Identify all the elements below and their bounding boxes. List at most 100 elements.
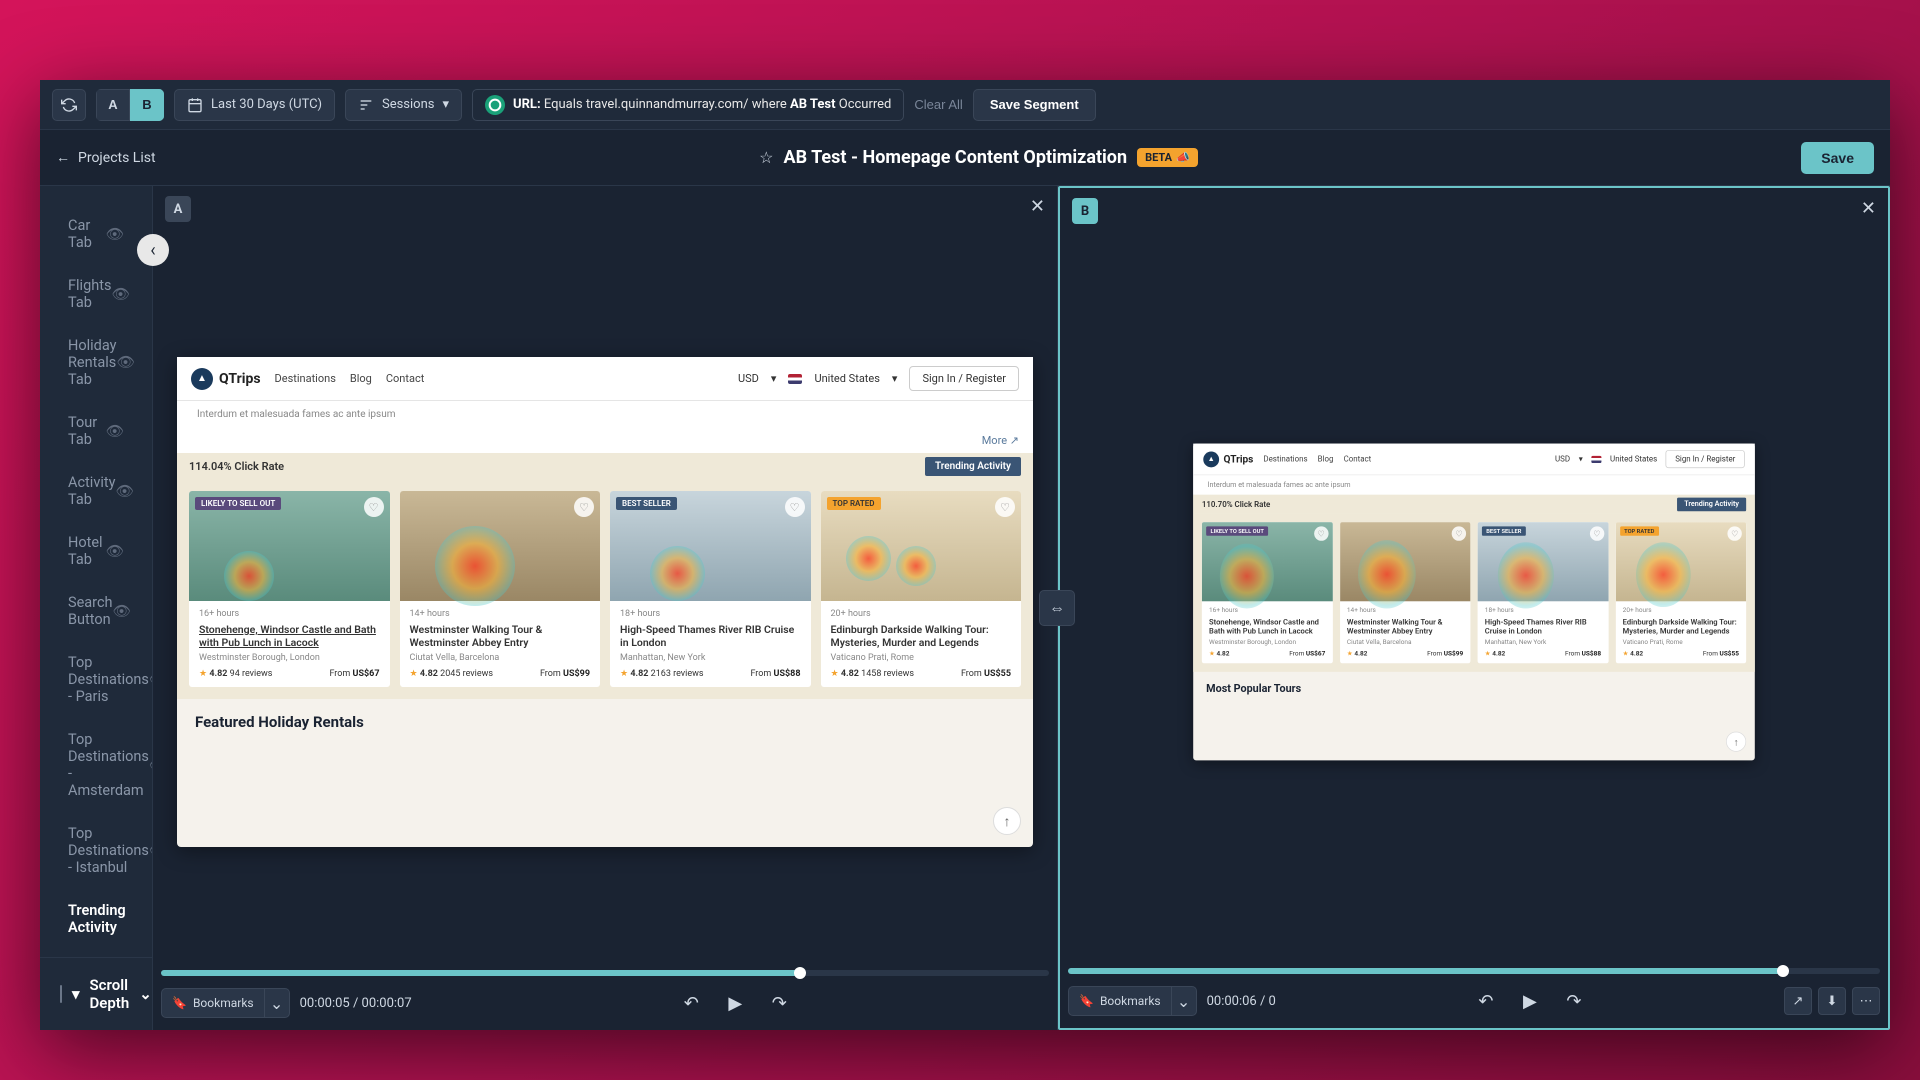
timeline-scrubber-b[interactable] — [1068, 968, 1880, 974]
card-4: TOP RATED♡ 20+ hoursEdinburgh Darkside W… — [821, 491, 1022, 687]
scroll-depth-section[interactable]: ▾ Scroll Depth ⌄ — [40, 957, 152, 1030]
sidebar-item-top-paris[interactable]: Top Destinations - Paris👁 — [40, 641, 152, 718]
top-toolbar: A B Last 30 Days (UTC) Sessions ▾ URL: E… — [40, 80, 1890, 130]
sidebar-item-top-istanbul[interactable]: Top Destinations - Istanbul👁 — [40, 812, 152, 889]
bookmark-icon: 🔖 — [172, 996, 187, 1010]
popular-heading: Most Popular Tours — [1193, 672, 1755, 699]
eye-off-icon[interactable]: 👁 — [115, 483, 133, 500]
sidebar-item-activity-tab[interactable]: Activity Tab👁 — [40, 461, 152, 521]
variant-a-button[interactable]: A — [96, 89, 130, 121]
save-segment-button[interactable]: Save Segment — [973, 89, 1096, 121]
eye-off-icon[interactable]: 👁 — [149, 757, 152, 774]
page-title: AB Test - Homepage Content Optimization — [783, 147, 1127, 168]
eye-off-icon[interactable]: 👁 — [106, 423, 124, 440]
app-frame: A B Last 30 Days (UTC) Sessions ▾ URL: E… — [40, 80, 1890, 1030]
back-to-projects[interactable]: ← Projects List — [56, 149, 156, 166]
more-options-button[interactable]: ⋯ — [1852, 987, 1880, 1015]
close-pane-a[interactable]: ✕ — [1030, 196, 1045, 217]
scroll-depth-label: Scroll Depth — [90, 976, 130, 1012]
title-center: ☆ AB Test - Homepage Content Optimizatio… — [156, 147, 1802, 168]
featured-heading: Featured Holiday Rentals — [177, 699, 1033, 737]
close-pane-b[interactable]: ✕ — [1861, 198, 1876, 219]
sidebar-item-trending-activity[interactable]: Trending Activity — [40, 889, 152, 949]
pane-b-header: B — [1072, 198, 1098, 224]
sidebar-item-car-tab[interactable]: Car Tab👁 — [40, 204, 152, 264]
refresh-button[interactable] — [52, 89, 86, 121]
collapse-sidebar-handle[interactable]: ‹ — [137, 234, 169, 266]
chevron-down-icon[interactable]: ⌄ — [1172, 987, 1196, 1015]
share-button[interactable]: ↗ — [1784, 987, 1812, 1015]
pane-variant-b: B ✕ ▲QTrips DestinationsBlogContact USD▾… — [1058, 186, 1890, 1030]
rewind-button[interactable]: ↶ — [1471, 986, 1501, 1016]
cards-row: LIKELY TO SELL OUT♡ 16+ hoursStonehenge,… — [177, 479, 1033, 699]
sidebar-item-holiday-rentals-tab[interactable]: Holiday Rentals Tab👁 — [40, 324, 152, 401]
scroll-top-icon: ↑ — [1726, 732, 1746, 752]
bookmark-icon: 🔖 — [1079, 994, 1094, 1008]
scroll-depth-checkbox[interactable] — [60, 985, 62, 1003]
eye-off-icon[interactable]: 👁 — [106, 543, 124, 560]
mock-header-b: ▲QTrips DestinationsBlogContact USD▾Unit… — [1193, 444, 1755, 476]
sidebar-item-popular-tours[interactable]: Popular Tours👁 — [40, 949, 152, 957]
eye-off-icon[interactable]: 👁 — [149, 671, 152, 688]
download-button[interactable]: ⬇ — [1818, 987, 1846, 1015]
sidebar-item-search-button[interactable]: Search Button👁 — [40, 581, 152, 641]
forward-button[interactable]: ↷ — [1559, 986, 1589, 1016]
play-button[interactable]: ▶ — [1515, 986, 1545, 1016]
rewind-button[interactable]: ↶ — [676, 988, 706, 1018]
titlebar: ← Projects List ☆ AB Test - Homepage Con… — [40, 130, 1890, 186]
eye-off-icon[interactable]: 👁 — [106, 226, 124, 243]
variant-b-button[interactable]: B — [130, 89, 164, 121]
lorem-line: Interdum et malesuada fames ac ante ipsu… — [177, 401, 1033, 428]
chevron-down-icon[interactable]: ⌄ — [265, 989, 289, 1017]
pane-variant-a: ‹ A ✕ ⇔ ▲QTrips DestinationsBlogContact — [153, 186, 1058, 1030]
sessions-label: Sessions — [382, 97, 435, 112]
scroll-top-icon: ↑ — [993, 807, 1021, 835]
sidebar-item-flights-tab[interactable]: Flights Tab👁 — [40, 264, 152, 324]
flag-icon — [788, 374, 802, 384]
bookmarks-button-b[interactable]: 🔖Bookmarks ⌄ — [1068, 986, 1197, 1016]
mock-page-b: ▲QTrips DestinationsBlogContact USD▾Unit… — [1193, 444, 1755, 761]
url-match-icon — [485, 95, 505, 115]
back-label: Projects List — [78, 150, 156, 166]
variant-a-chip: A — [165, 196, 191, 222]
sidebar-item-top-amsterdam[interactable]: Top Destinations - Amsterdam👁 — [40, 718, 152, 812]
sidebar-item-tour-tab[interactable]: Tour Tab👁 — [40, 401, 152, 461]
controls-a: 🔖Bookmarks ⌄ 00:00:05 / 00:00:07 ↶ ▶ ↷ — [153, 976, 1057, 1030]
timeline-scrubber-a[interactable] — [161, 970, 1049, 976]
heart-icon: ♡ — [364, 497, 384, 517]
viewport-b[interactable]: ▲QTrips DestinationsBlogContact USD▾Unit… — [1060, 188, 1888, 968]
eye-off-icon[interactable]: 👁 — [149, 842, 152, 859]
variant-b-chip: B — [1072, 198, 1098, 224]
time-display-b: 00:00:06 / 0 — [1207, 994, 1276, 1009]
eye-off-icon[interactable]: 👁 — [116, 354, 134, 371]
mock-nav: DestinationsBlogContact — [275, 372, 425, 385]
save-button[interactable]: Save — [1801, 142, 1874, 174]
sessions-filter[interactable]: Sessions ▾ — [345, 89, 462, 121]
url-filter-pill[interactable]: URL: Equals travel.quinnandmurray.com/ w… — [472, 89, 904, 121]
card-3: BEST SELLER♡ 18+ hoursHigh-Speed Thames … — [610, 491, 811, 687]
sidebar-item-hotel-tab[interactable]: Hotel Tab👁 — [40, 521, 152, 581]
sidebar-list[interactable]: Car Tab👁 Flights Tab👁 Holiday Rentals Ta… — [40, 186, 152, 957]
bookmarks-button-a[interactable]: 🔖Bookmarks ⌄ — [161, 988, 290, 1018]
brand-logo: ▲QTrips — [191, 368, 261, 390]
heart-icon: ♡ — [995, 497, 1015, 517]
chevron-down-icon[interactable]: ⌄ — [139, 985, 152, 1003]
chevron-down-icon: ▾ — [72, 985, 80, 1003]
url-filter-text: URL: Equals travel.quinnandmurray.com/ w… — [513, 97, 891, 112]
daterange-picker[interactable]: Last 30 Days (UTC) — [174, 89, 335, 121]
star-icon[interactable]: ☆ — [759, 148, 773, 167]
sidebar: Car Tab👁 Flights Tab👁 Holiday Rentals Ta… — [40, 186, 153, 1030]
heart-icon: ♡ — [785, 497, 805, 517]
clear-all-button[interactable]: Clear All — [914, 97, 962, 112]
card-1: LIKELY TO SELL OUT♡ 16+ hoursStonehenge,… — [189, 491, 390, 687]
heart-icon: ♡ — [574, 497, 594, 517]
compare-container: ‹ A ✕ ⇔ ▲QTrips DestinationsBlogContact — [153, 186, 1890, 1030]
viewport-a[interactable]: ▲QTrips DestinationsBlogContact USD▾ Uni… — [153, 186, 1057, 970]
ab-toggle[interactable]: A B — [96, 89, 164, 121]
eye-off-icon[interactable]: 👁 — [113, 603, 131, 620]
play-button[interactable]: ▶ — [720, 988, 750, 1018]
split-drag-handle[interactable]: ⇔ — [1039, 590, 1075, 626]
forward-button[interactable]: ↷ — [764, 988, 794, 1018]
eye-off-icon[interactable]: 👁 — [111, 286, 129, 303]
mock-page-a: ▲QTrips DestinationsBlogContact USD▾ Uni… — [177, 357, 1033, 847]
